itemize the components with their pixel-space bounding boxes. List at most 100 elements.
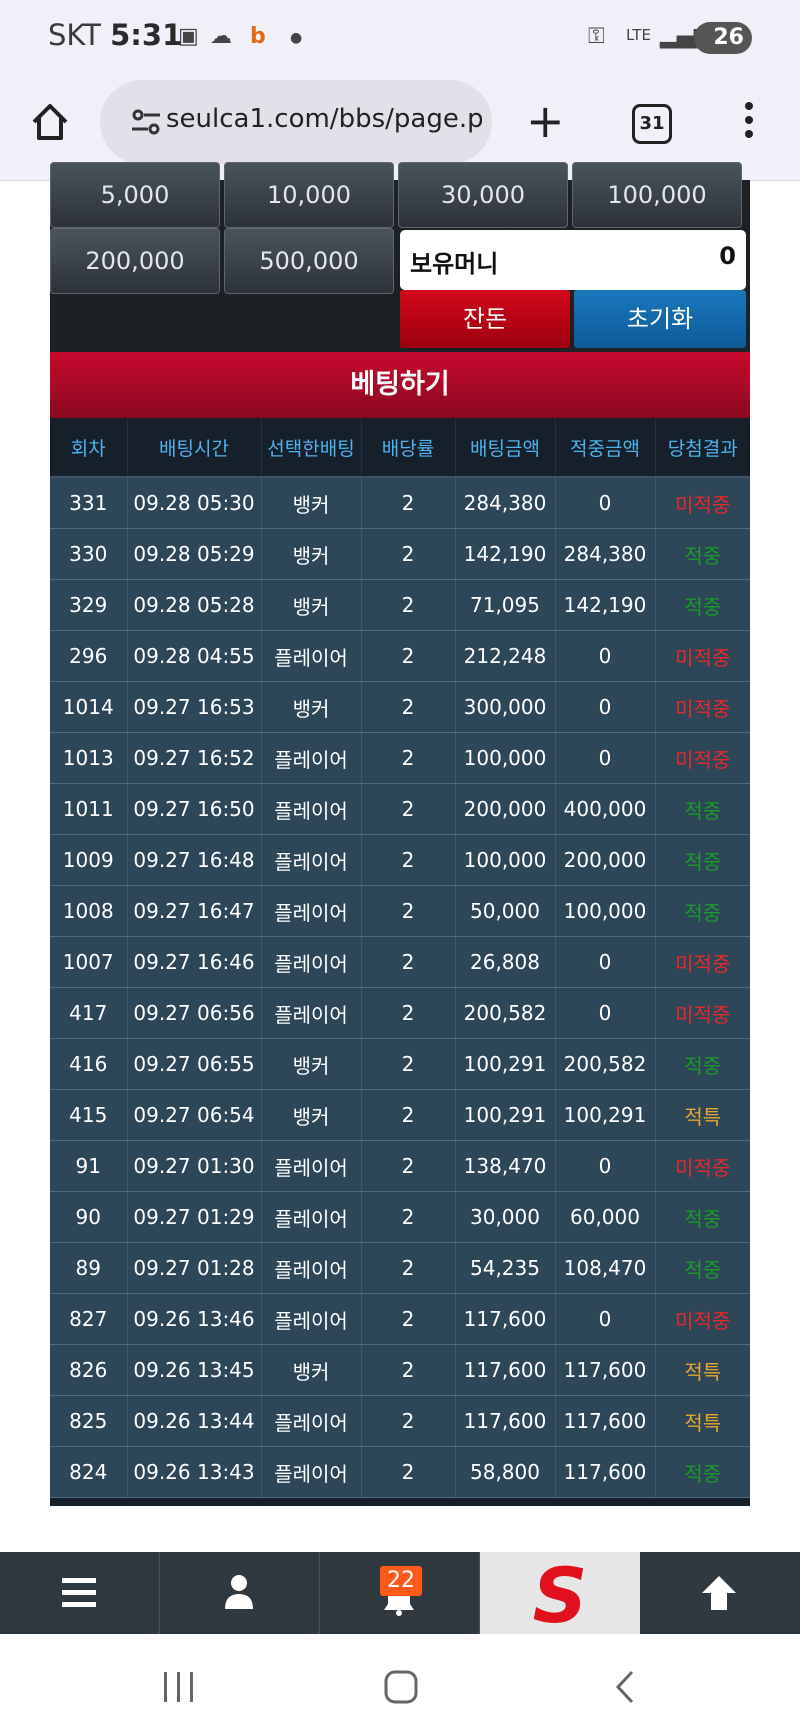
table-cell: 09.28 05:28 xyxy=(127,579,262,631)
logo-icon: S xyxy=(533,1560,588,1628)
result-cell: 적중 xyxy=(655,1446,750,1498)
home-icon[interactable] xyxy=(28,100,72,144)
table-cell: 2 xyxy=(361,1038,456,1090)
chip-button[interactable]: 5,000 xyxy=(50,162,220,228)
column-header: 당첨결과 xyxy=(655,418,750,478)
chip-button[interactable]: 200,000 xyxy=(50,228,220,294)
result-cell: 적특 xyxy=(655,1344,750,1396)
table-cell: 0 xyxy=(555,630,656,682)
table-cell: 0 xyxy=(555,1140,656,1192)
money-label: 보유머니 xyxy=(410,250,499,278)
table-cell: 142,190 xyxy=(455,528,556,580)
table-cell: 09.28 05:29 xyxy=(127,528,262,580)
table-row: 417 09.27 06:56 플레이어 2 200,582 0 미적중 xyxy=(50,987,750,1039)
table-cell: 0 xyxy=(555,732,656,784)
table-cell: 플레이어 xyxy=(261,732,362,784)
column-header: 배당률 xyxy=(361,418,456,478)
tabs-icon[interactable]: 31 xyxy=(632,104,672,144)
bottom-nav: 22 S xyxy=(0,1552,800,1634)
table-cell: 09.27 16:52 xyxy=(127,732,262,784)
table-cell: 212,248 xyxy=(455,630,556,682)
chip-button[interactable]: 30,000 xyxy=(398,162,568,228)
more-vert-icon[interactable] xyxy=(738,100,760,144)
table-cell: 50,000 xyxy=(455,885,556,937)
table-cell: 1008 xyxy=(50,885,128,937)
table-cell: 2 xyxy=(361,1140,456,1192)
table-cell: 100,000 xyxy=(455,732,556,784)
chip-button[interactable]: 10,000 xyxy=(224,162,394,228)
table-cell: 0 xyxy=(555,936,656,988)
table-cell: 09.27 01:30 xyxy=(127,1140,262,1192)
site-logo-button[interactable]: S xyxy=(480,1552,640,1634)
status-bar: SKT 5:31 ▣ ☁ b ● ⚿ LTE ▂▄▆ 26 xyxy=(0,0,800,76)
chip-button[interactable]: 100,000 xyxy=(572,162,742,228)
result-cell: 미적중 xyxy=(655,1140,750,1192)
table-cell: 89 xyxy=(50,1242,128,1294)
table-cell: 58,800 xyxy=(455,1446,556,1498)
table-cell: 826 xyxy=(50,1344,128,1396)
user-icon xyxy=(225,1575,253,1609)
bet-history: 회차 배팅시간 선택한배팅 배당률 배팅금액 적중금액 당첨결과 331 09.2… xyxy=(50,418,750,1506)
table-cell: 108,470 xyxy=(555,1242,656,1294)
result-cell: 적특 xyxy=(655,1395,750,1447)
table-cell: 09.27 16:50 xyxy=(127,783,262,835)
system-home-icon[interactable] xyxy=(384,1670,418,1704)
hamburger-icon xyxy=(62,1578,96,1607)
table-cell: 09.26 13:44 xyxy=(127,1395,262,1447)
table-cell: 09.26 13:46 xyxy=(127,1293,262,1345)
table-cell: 뱅커 xyxy=(261,681,362,733)
result-cell: 미적중 xyxy=(655,1293,750,1345)
table-row: 1007 09.27 16:46 플레이어 2 26,808 0 미적중 xyxy=(50,936,750,988)
tab-count: 31 xyxy=(639,113,665,134)
system-nav-bar xyxy=(0,1634,800,1734)
table-row: 826 09.26 13:45 뱅커 2 117,600 117,600 적특 xyxy=(50,1344,750,1396)
user-button[interactable] xyxy=(160,1552,320,1634)
address-bar[interactable]: seulca1.com/bbs/page.ph xyxy=(100,80,492,164)
table-cell: 200,000 xyxy=(455,783,556,835)
table-cell: 뱅커 xyxy=(261,477,362,529)
table-row: 89 09.27 01:28 플레이어 2 54,235 108,470 적중 xyxy=(50,1242,750,1294)
table-row: 1011 09.27 16:50 플레이어 2 200,000 400,000 적중 xyxy=(50,783,750,835)
table-cell: 2 xyxy=(361,1446,456,1498)
table-cell: 2 xyxy=(361,1242,456,1294)
table-cell: 2 xyxy=(361,579,456,631)
recents-icon[interactable] xyxy=(162,1672,196,1702)
money-value: 0 xyxy=(719,242,736,270)
table-cell: 138,470 xyxy=(455,1140,556,1192)
table-cell: 뱅커 xyxy=(261,1344,362,1396)
plus-icon[interactable]: + xyxy=(526,98,565,144)
scroll-top-button[interactable] xyxy=(640,1552,799,1634)
battery-indicator: 26 xyxy=(694,22,752,54)
table-cell: 2 xyxy=(361,477,456,529)
table-cell: 90 xyxy=(50,1191,128,1243)
table-cell: 0 xyxy=(555,1293,656,1345)
chip-button[interactable]: 500,000 xyxy=(224,228,394,294)
back-icon[interactable] xyxy=(614,1670,636,1704)
arrow-up-icon xyxy=(702,1576,736,1610)
table-cell: 0 xyxy=(555,987,656,1039)
table-cell: 플레이어 xyxy=(261,1242,362,1294)
table-cell: 2 xyxy=(361,1395,456,1447)
key-icon: ⚿ xyxy=(588,24,605,49)
table-cell: 09.27 06:55 xyxy=(127,1038,262,1090)
table-cell: 0 xyxy=(555,477,656,529)
notification-badge: 22 xyxy=(380,1566,422,1596)
table-cell: 100,000 xyxy=(555,885,656,937)
result-cell: 적중 xyxy=(655,1242,750,1294)
table-cell: 284,380 xyxy=(455,477,556,529)
status-carrier-time: SKT 5:31 xyxy=(48,18,182,52)
table-cell: 330 xyxy=(50,528,128,580)
tune-icon[interactable] xyxy=(130,108,162,136)
result-cell: 적중 xyxy=(655,579,750,631)
reset-button[interactable]: 초기화 xyxy=(574,290,746,348)
balance-button[interactable]: 잔돈 xyxy=(400,290,570,348)
table-cell: 30,000 xyxy=(455,1191,556,1243)
table-cell: 2 xyxy=(361,1089,456,1141)
table-row: 824 09.26 13:43 플레이어 2 58,800 117,600 적중 xyxy=(50,1446,750,1498)
url-text[interactable]: seulca1.com/bbs/page.ph xyxy=(166,104,482,134)
table-cell: 117,600 xyxy=(555,1446,656,1498)
menu-button[interactable] xyxy=(0,1552,160,1634)
table-cell: 117,600 xyxy=(455,1293,556,1345)
app-b-icon: b xyxy=(250,24,266,49)
table-cell: 09.28 04:55 xyxy=(127,630,262,682)
